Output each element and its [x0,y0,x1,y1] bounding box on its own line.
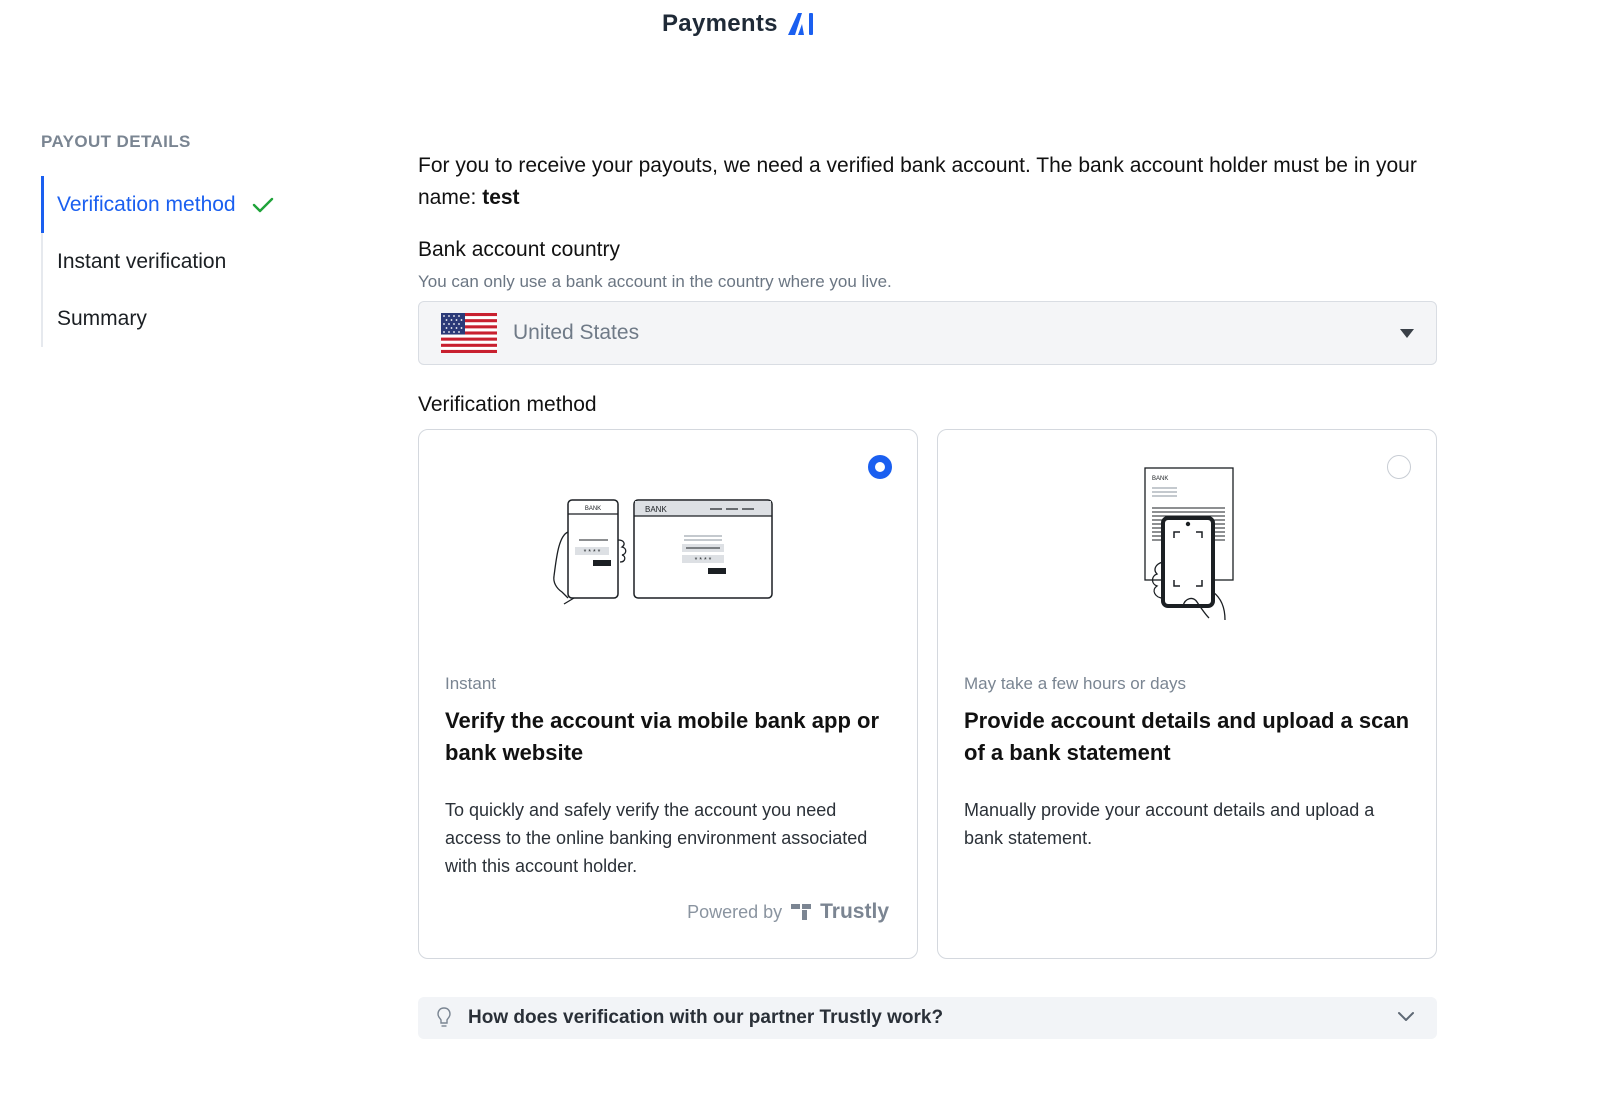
statement-scan-icon: BANK [1144,467,1234,621]
trustly-name: Trustly [820,900,889,923]
step-instant-verification[interactable]: Instant verification [43,233,361,290]
step-list: Verification method Instant verification… [41,176,361,347]
us-flag-icon [441,313,497,353]
step-label: Instant verification [57,249,227,273]
faq-question: How does verification with our partner T… [468,1007,944,1028]
powered-by-trustly: Powered by Trustly [687,900,889,924]
step-verification-method[interactable]: Verification method [41,176,361,233]
browser-bank-label: BANK [645,505,667,514]
sidebar: PAYOUT DETAILS Verification method Insta… [41,132,361,347]
powered-by-label: Powered by [687,901,783,922]
account-holder-name: test [482,186,520,209]
option-title: Provide account details and upload a sca… [964,708,1410,765]
option-card-instant[interactable]: BANK * * * * BANK * * * * Instant Verify… [418,429,918,959]
brand-name: Payments [662,10,778,37]
intro-text: For you to receive your payouts, we need… [418,150,1428,214]
country-hint: You can only use a bank account in the c… [418,272,892,291]
option-tag: May take a few hours or days [964,674,1187,693]
intro-sentence: For you to receive your payouts, we need… [418,154,1417,209]
verification-method-label: Verification method [418,393,597,416]
statement-bank-label: BANK [1152,476,1168,482]
svg-text:* * * *: * * * * [695,557,712,564]
trustly-logo-icon [791,904,812,920]
caret-down-icon [1400,329,1414,338]
option-tag: Instant [445,674,497,693]
svg-text:* * * *: * * * * [584,549,601,556]
country-select-value: United States [513,321,640,344]
country-label: Bank account country [418,238,620,261]
option-title: Verify the account via mobile bank app o… [445,708,880,765]
phone-bank-label: BANK [585,506,601,512]
step-summary[interactable]: Summary [43,290,361,347]
step-label: Summary [57,306,147,330]
brand-logo[interactable]: Payments [662,10,816,38]
option-card-manual[interactable]: BANK May take a few hours or days Provid… [937,429,1437,959]
faq-trustly-accordion[interactable]: How does verification with our partner T… [418,997,1437,1039]
verification-options: BANK * * * * BANK * * * * Instant Verify… [418,429,1438,959]
chevron-down-icon [1398,1012,1414,1021]
header: Payments [0,0,1600,60]
sidebar-heading: PAYOUT DETAILS [41,132,191,151]
country-select[interactable]: United States [418,301,1437,365]
bank-app-illustration: BANK * * * * BANK * * * * [419,460,917,630]
bank-statement-illustration: BANK [938,460,1436,630]
ai-logo-icon [787,13,813,35]
step-label: Verification method [57,192,236,216]
option-description: To quickly and safely verify the account… [445,800,868,876]
option-description: Manually provide your account details an… [964,800,1375,848]
check-icon [252,197,273,212]
main-content: For you to receive your payouts, we need… [418,150,1438,1039]
bank-app-website-icon: BANK * * * * BANK * * * * [553,499,773,605]
lightbulb-icon [437,1007,451,1027]
